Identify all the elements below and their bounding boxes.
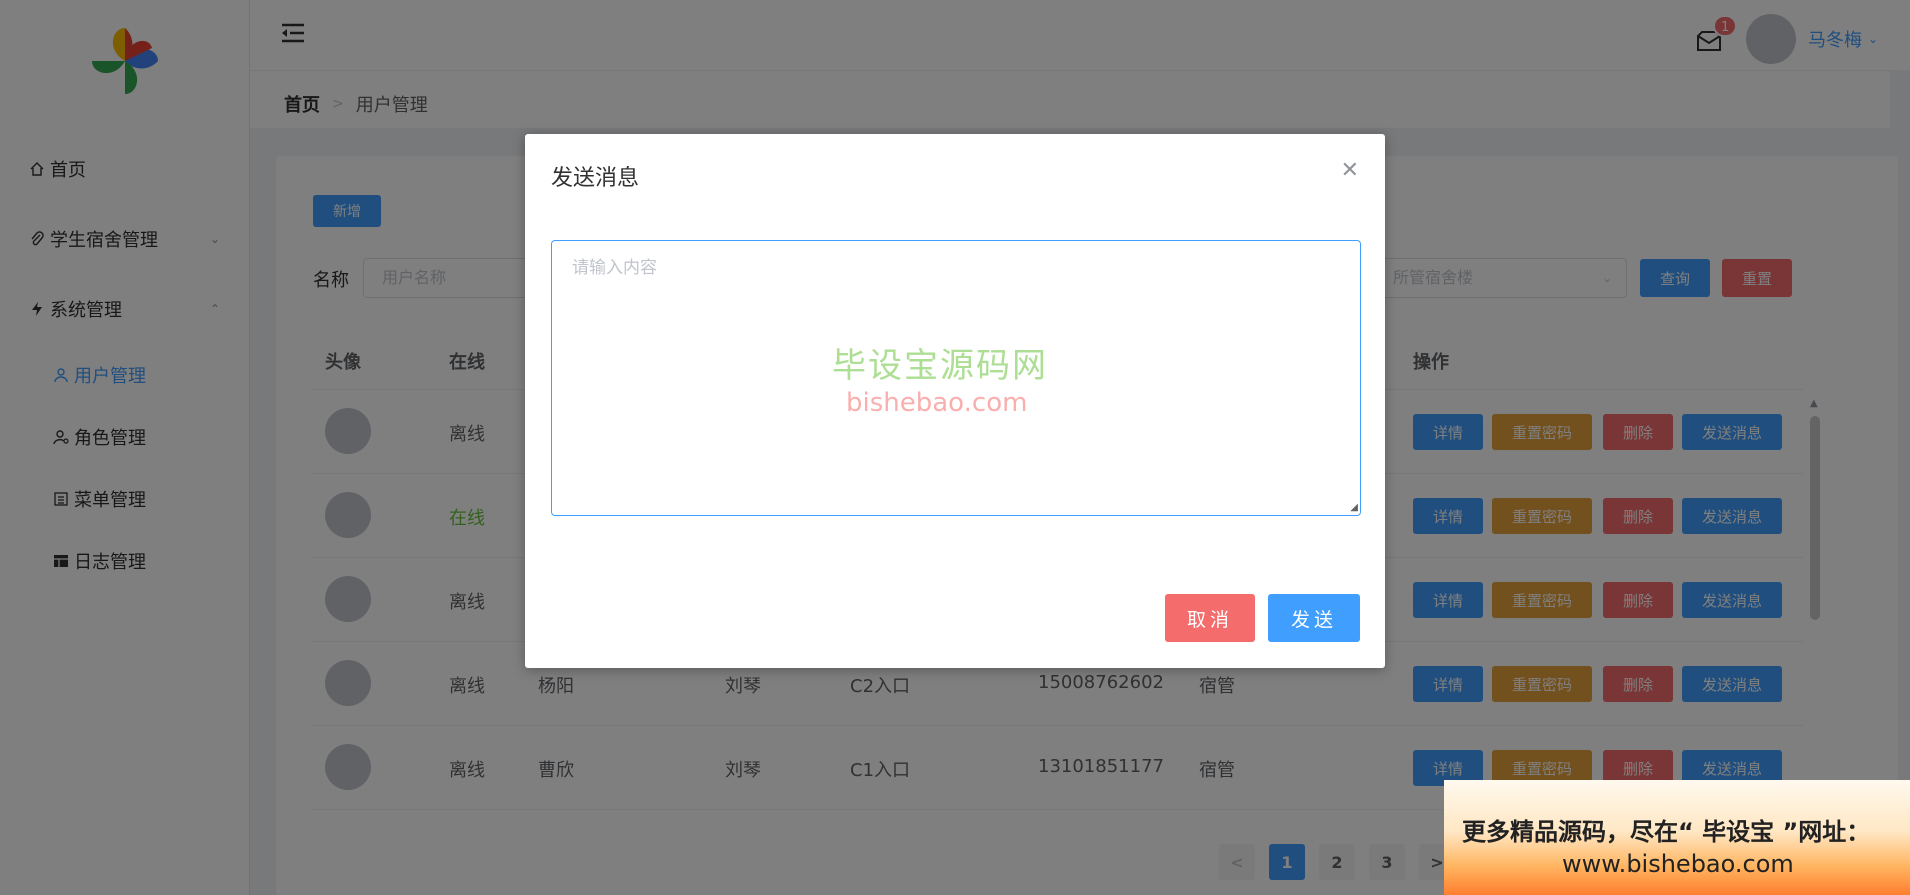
cancel-button[interactable]: 取消 (1165, 594, 1255, 642)
promo-url: www.bishebao.com (1562, 850, 1794, 878)
watermark-line1: 毕设宝源码网 (832, 346, 1048, 386)
dialog-title: 发送消息 (551, 166, 640, 191)
promo-banner[interactable]: 更多精品源码，尽在“ 毕设宝 ”网址： www.bishebao.com (1444, 780, 1910, 895)
send-button[interactable]: 发送 (1268, 594, 1360, 642)
textarea-placeholder: 请输入内容 (572, 258, 657, 278)
promo-text: 更多精品源码，尽在“ 毕设宝 ”网址： (1462, 818, 1871, 846)
close-icon[interactable]: ✕ (1341, 158, 1359, 183)
watermark-line2: bishebao.com (846, 388, 1028, 418)
resize-handle-icon[interactable]: ◢ (1350, 502, 1358, 513)
